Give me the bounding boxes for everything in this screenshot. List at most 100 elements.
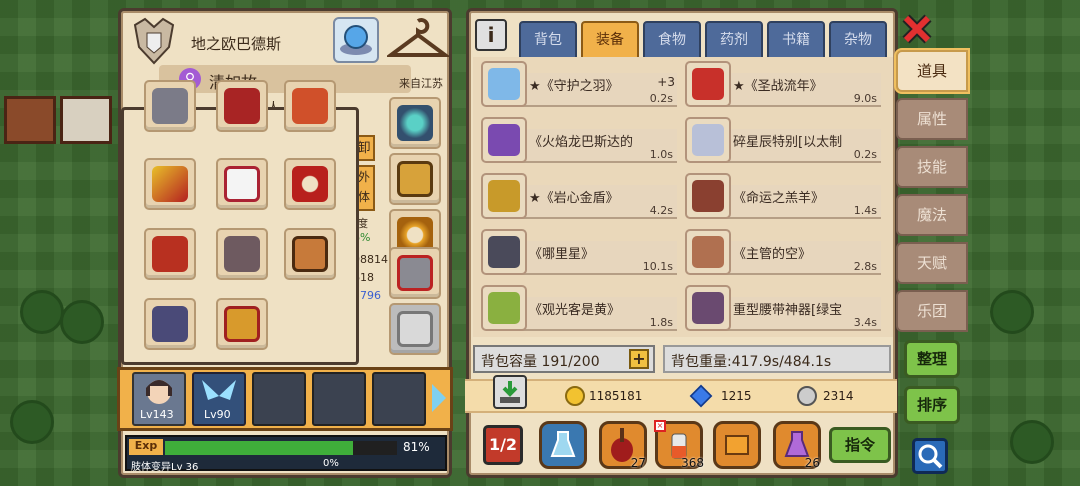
- side-tab-1[interactable]: 属性: [896, 98, 968, 140]
- blue-gem-icon: [689, 384, 713, 408]
- dice-icon[interactable]: 1/2: [483, 425, 523, 465]
- inventory-item[interactable]: 碎星辰特别[以太制 0.2s: [685, 117, 881, 163]
- tab-2[interactable]: 食物: [643, 21, 701, 59]
- crystal-ball-icon[interactable]: [333, 17, 379, 63]
- equip-slot-amulet[interactable]: [389, 97, 441, 149]
- sort-button[interactable]: 排序: [904, 386, 960, 424]
- tab-1[interactable]: 装备: [581, 21, 639, 61]
- inventory-slot[interactable]: [144, 80, 196, 132]
- item-icon-frame: [685, 61, 731, 107]
- close-icon[interactable]: ×: [654, 420, 666, 432]
- item-weight: 3.4s: [853, 316, 877, 329]
- hanger-icon[interactable]: [384, 17, 452, 63]
- inventory-slot[interactable]: [216, 228, 268, 280]
- gold-amount: 1185181: [589, 389, 643, 403]
- item-icon: [692, 236, 724, 268]
- capacity-box: 背包容量 191/200 +: [473, 345, 655, 373]
- tab-5[interactable]: 杂物: [829, 21, 887, 59]
- item-icon-frame: [685, 117, 731, 163]
- quick-item-slot[interactable]: [713, 421, 761, 469]
- inventory-slot[interactable]: [284, 228, 336, 280]
- item-icon-frame: [481, 61, 527, 107]
- item-weight: 2.8s: [853, 260, 877, 273]
- equip-slot-armor[interactable]: [389, 153, 441, 205]
- expand-capacity-button[interactable]: +: [629, 349, 649, 369]
- side-tab-2[interactable]: 技能: [896, 146, 968, 188]
- item-list: ★《守护之羽》 +3 0.2s ★《圣战流年》 9.0s 《火焰龙巴斯达的 1.0s 碎星辰特…: [473, 57, 893, 337]
- item-icon: [692, 180, 724, 212]
- weight-text: 背包重量:417.9s/484.1s: [671, 354, 832, 370]
- side-tab-3[interactable]: 魔法: [896, 194, 968, 236]
- tab-3[interactable]: 药剂: [705, 21, 763, 59]
- item-weight: 0.2s: [649, 92, 673, 105]
- bg-tree: [60, 300, 104, 344]
- potion-slot[interactable]: [539, 421, 587, 469]
- exp-bar-track: [165, 441, 397, 455]
- inventory-slot[interactable]: [284, 80, 336, 132]
- arrange-button[interactable]: 整理: [904, 340, 960, 378]
- exp-percent: 81%: [403, 440, 430, 454]
- party-slot-empty[interactable]: [312, 372, 366, 426]
- bg-tree: [990, 290, 1034, 334]
- inventory-item[interactable]: 《观光客是黄》 1.8s: [481, 285, 677, 331]
- item-weight: 0.2s: [853, 148, 877, 161]
- quick-item-slot[interactable]: 368 ×: [654, 420, 704, 470]
- item-weight: 1.4s: [853, 204, 877, 217]
- download-icon[interactable]: [493, 375, 527, 409]
- item-weight: 9.0s: [853, 92, 877, 105]
- quick-item-slot[interactable]: 27: [599, 421, 647, 470]
- search-icon[interactable]: [912, 438, 948, 474]
- quick-count: 27: [630, 456, 646, 470]
- inventory-item[interactable]: ★《守护之羽》 +3 0.2s: [481, 61, 677, 107]
- equipment-popup: [121, 80, 359, 365]
- side-tab-0[interactable]: 道具: [896, 50, 968, 92]
- quick-count: 368: [681, 456, 704, 470]
- item-icon: [488, 292, 520, 324]
- inventory-slot[interactable]: [216, 298, 268, 350]
- inventory-item[interactable]: ★《岩心金盾》 4.2s: [481, 173, 677, 219]
- equip-slot-gauntlet[interactable]: [389, 247, 441, 299]
- item-icon: [488, 68, 520, 100]
- party-member-avatar[interactable]: Lv90: [192, 372, 246, 426]
- inventory-slot[interactable]: [284, 158, 336, 210]
- item-icon-frame: [481, 117, 527, 163]
- command-button[interactable]: 指令: [829, 427, 891, 463]
- quick-item-slot[interactable]: 26: [773, 421, 821, 470]
- side-tab-4[interactable]: 天赋: [896, 242, 968, 284]
- info-icon[interactable]: i: [475, 19, 507, 51]
- inventory-slot[interactable]: [144, 228, 196, 280]
- inventory-slot[interactable]: [144, 298, 196, 350]
- party-slot-empty[interactable]: [252, 372, 306, 426]
- inventory-item[interactable]: 重型腰带神器[绿宝 3.4s: [685, 285, 881, 331]
- inventory-item[interactable]: ★《圣战流年》 9.0s: [685, 61, 881, 107]
- item-icon-frame: [481, 173, 527, 219]
- item-icon: [692, 124, 724, 156]
- appearance-tab-label: 体: [357, 190, 370, 204]
- inventory-slot[interactable]: [216, 158, 268, 210]
- bg-tree: [1010, 420, 1054, 464]
- equip-slot-empty[interactable]: [389, 303, 441, 355]
- inventory-item[interactable]: 《火焰龙巴斯达的 1.0s: [481, 117, 677, 163]
- item-upgrade: +3: [657, 75, 675, 89]
- inventory-slot[interactable]: [216, 80, 268, 132]
- inventory-item[interactable]: 《主管的空》 2.8s: [685, 229, 881, 275]
- party-member-avatar[interactable]: Lv143: [132, 372, 186, 426]
- side-tab-5[interactable]: 乐团: [896, 290, 968, 332]
- close-icon[interactable]: [900, 12, 934, 46]
- inventory-slot[interactable]: [144, 158, 196, 210]
- inventory-item[interactable]: 《哪里星》 10.1s: [481, 229, 677, 275]
- item-weight: 10.1s: [642, 260, 673, 273]
- arrow-right-icon[interactable]: [432, 384, 446, 412]
- item-icon-frame: [685, 285, 731, 331]
- tab-4[interactable]: 书籍: [767, 21, 825, 59]
- item-icon: [488, 180, 520, 212]
- party-member-level: Lv90: [204, 408, 231, 421]
- sub-exp-label: 肢体变异Lv 36: [131, 462, 199, 473]
- tab-0[interactable]: 背包: [519, 21, 577, 59]
- inventory-item[interactable]: 《命运之羔羊》 1.4s: [685, 173, 881, 219]
- quick-count: 26: [804, 456, 820, 470]
- exp-label: Exp: [129, 439, 163, 455]
- party-slot-empty[interactable]: [372, 372, 426, 426]
- guild-emblem-icon: [131, 17, 177, 65]
- bg-house: [4, 96, 56, 144]
